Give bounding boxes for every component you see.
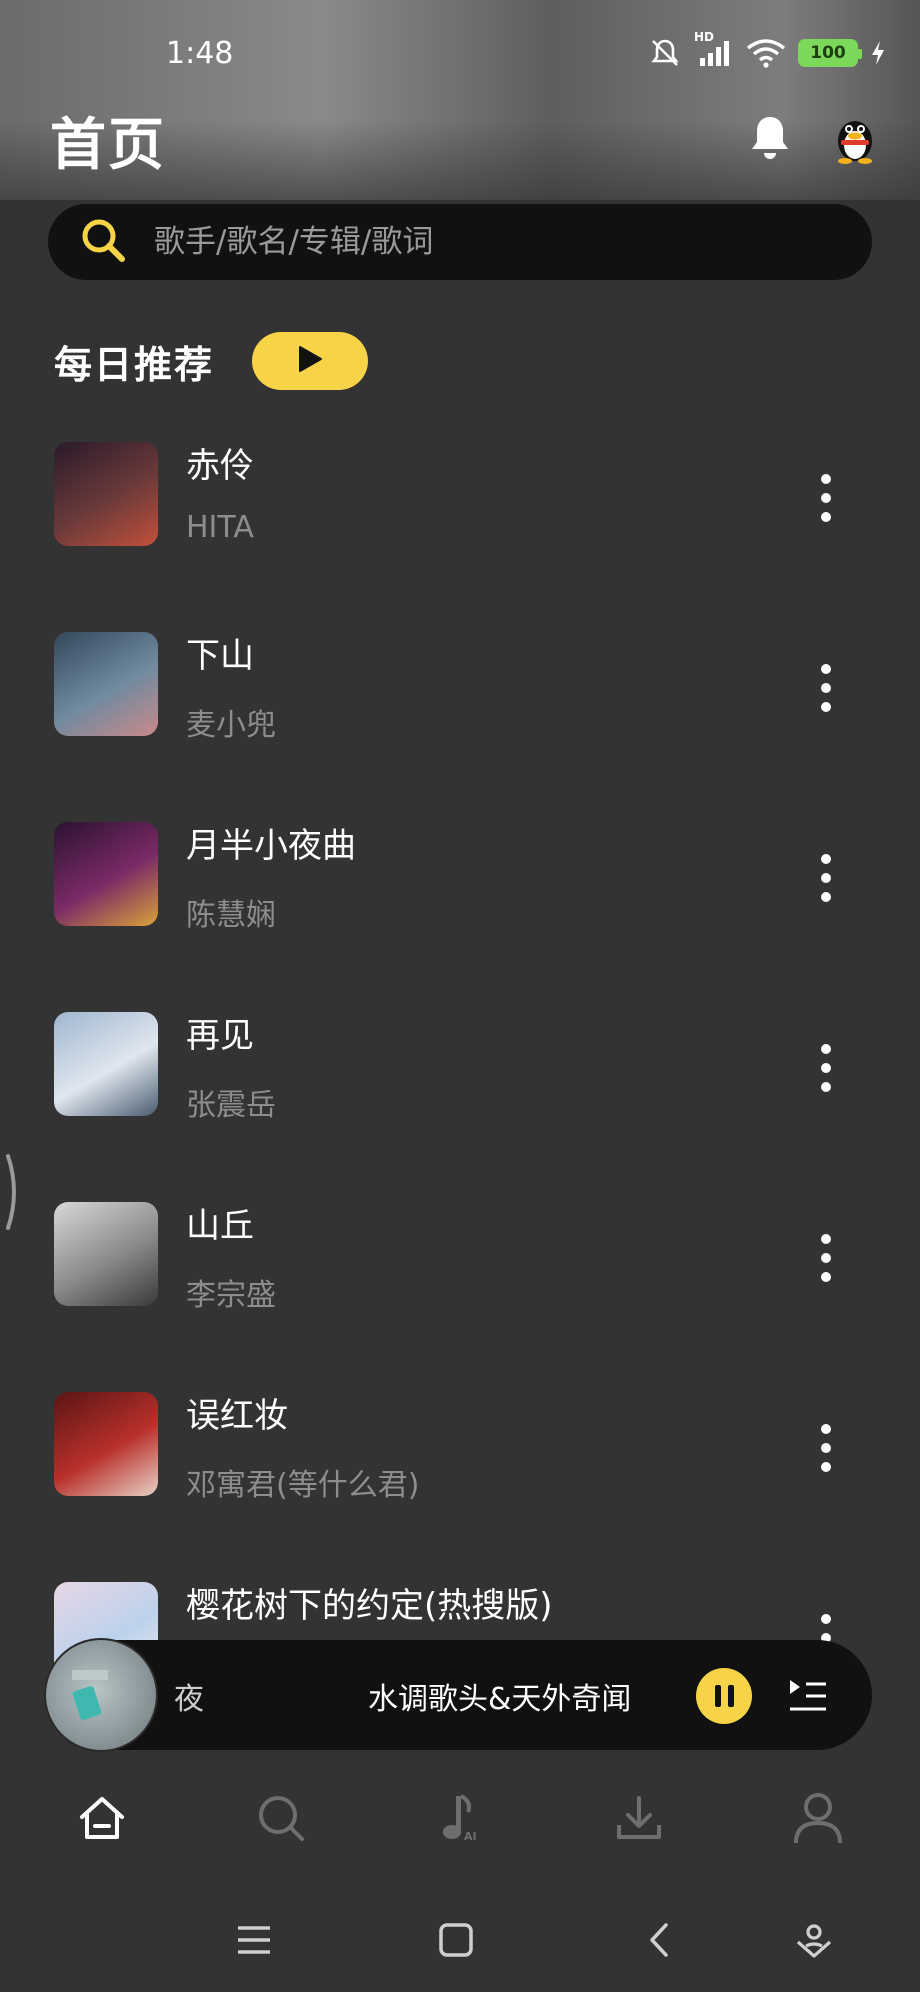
list-item[interactable]: 下山 麦小兜	[0, 628, 920, 818]
svg-text:AI: AI	[464, 1830, 477, 1843]
list-item[interactable]: 误红妆 邓寓君(等什么君)	[0, 1388, 920, 1578]
cellular-signal-icon: HD	[694, 30, 734, 68]
album-cover	[54, 1392, 158, 1496]
song-title: 误红妆	[186, 1396, 288, 1436]
song-title: 月半小夜曲	[186, 826, 356, 866]
song-title: 山丘	[186, 1206, 254, 1246]
section-title: 每日推荐	[54, 342, 215, 387]
previous-track-text: 夜	[174, 1682, 204, 1717]
song-artist: 邓寓君(等什么君)	[186, 1468, 420, 1503]
home-icon	[77, 1793, 127, 1847]
system-nav-bar	[0, 1900, 920, 1980]
status-bar: 1:48 HD 100	[0, 28, 920, 78]
list-item[interactable]: 月半小夜曲 陈慧娴	[0, 818, 920, 1008]
more-options-icon[interactable]	[814, 1424, 838, 1472]
pause-button[interactable]	[696, 1668, 752, 1724]
album-cover	[54, 1012, 158, 1116]
avatar[interactable]	[830, 111, 880, 169]
page-header: 首页	[50, 100, 880, 180]
home-square-icon[interactable]	[432, 1916, 480, 1964]
network-type-label: HD	[694, 30, 715, 44]
song-artist: HITA	[186, 510, 254, 545]
album-cover	[54, 1202, 158, 1306]
menu-icon[interactable]	[230, 1916, 278, 1964]
tab-home[interactable]	[52, 1780, 152, 1860]
list-item[interactable]: 再见 张震岳	[0, 1008, 920, 1198]
assistant-icon[interactable]	[790, 1916, 838, 1964]
battery-indicator: 100	[798, 39, 862, 67]
song-list: 赤伶 HITA 下山 麦小兜 月半小夜曲 陈慧娴 再见 张震岳 山丘 李宗盛 误…	[0, 438, 920, 1768]
more-options-icon[interactable]	[814, 1044, 838, 1092]
song-artist: 张震岳	[186, 1088, 276, 1123]
music-note-ai-icon: AI	[438, 1792, 482, 1848]
list-item[interactable]: 赤伶 HITA	[0, 438, 920, 628]
mini-player[interactable]: 夜 水调歌头&天外奇闻	[44, 1638, 872, 1752]
search-bar[interactable]	[48, 204, 872, 280]
silent-bell-icon	[648, 36, 682, 70]
tab-download[interactable]	[589, 1780, 689, 1860]
album-cover	[54, 632, 158, 736]
charging-bolt-icon	[870, 40, 886, 66]
more-options-icon[interactable]	[814, 474, 838, 522]
search-icon	[78, 215, 128, 269]
wifi-icon	[746, 38, 786, 68]
header-actions	[748, 111, 880, 169]
bell-icon[interactable]	[748, 113, 792, 167]
song-artist: 麦小兜	[186, 708, 276, 743]
more-options-icon[interactable]	[814, 854, 838, 902]
page-title: 首页	[50, 112, 166, 178]
now-playing-cover[interactable]	[44, 1638, 158, 1752]
tab-search[interactable]	[231, 1780, 331, 1860]
album-cover	[54, 442, 158, 546]
edge-swipe-handle[interactable]	[2, 1152, 22, 1232]
playlist-queue-icon[interactable]	[788, 1676, 828, 1718]
song-title: 樱花树下的约定(热搜版)	[186, 1586, 553, 1626]
more-options-icon[interactable]	[814, 1234, 838, 1282]
song-artist: 陈慧娴	[186, 898, 276, 933]
status-icons: HD 100	[648, 30, 886, 70]
song-artist: 李宗盛	[186, 1278, 276, 1313]
tab-profile[interactable]	[768, 1780, 868, 1860]
song-title: 再见	[186, 1016, 254, 1056]
user-icon	[792, 1791, 844, 1849]
search-icon	[255, 1792, 307, 1848]
play-all-button[interactable]	[252, 332, 369, 390]
more-options-icon[interactable]	[814, 664, 838, 712]
play-icon	[297, 345, 323, 377]
back-icon[interactable]	[636, 1916, 684, 1964]
status-time: 1:48	[166, 35, 234, 71]
song-title: 赤伶	[186, 446, 254, 486]
song-title: 下山	[186, 636, 254, 676]
now-playing-title: 水调歌头&天外奇闻	[368, 1682, 632, 1717]
bottom-tab-bar: AI	[0, 1770, 920, 1870]
list-item[interactable]: 山丘 李宗盛	[0, 1198, 920, 1388]
album-cover	[54, 822, 158, 926]
daily-recommend-header: 每日推荐	[54, 330, 369, 392]
download-icon	[614, 1793, 664, 1847]
search-input[interactable]	[154, 224, 794, 260]
tab-ai-music[interactable]: AI	[410, 1780, 510, 1860]
